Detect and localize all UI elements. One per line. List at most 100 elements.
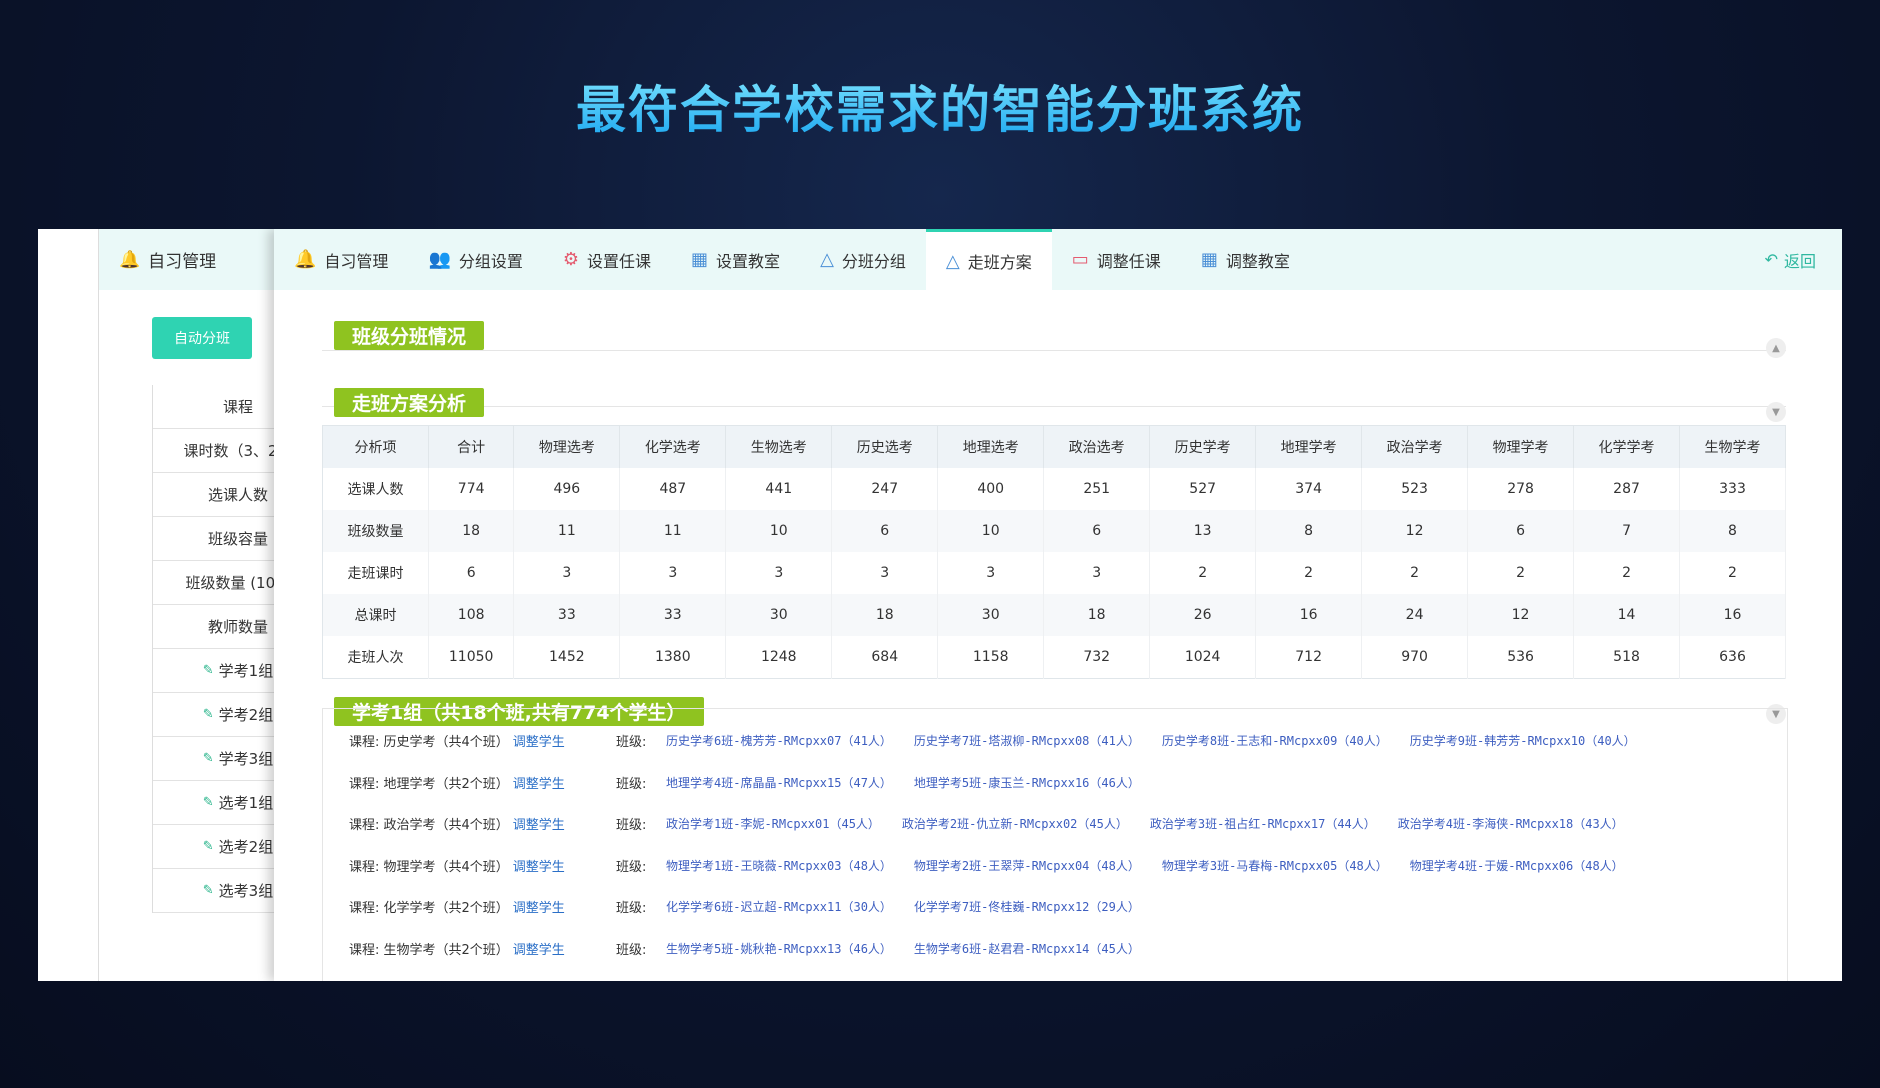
back-link[interactable]: ↶ 返回 — [1765, 229, 1816, 290]
class-link[interactable]: 物理学考3班-马春梅-RMcpxx05（48人） — [1162, 859, 1388, 873]
analysis-cell: 400 — [937, 468, 1045, 510]
expand-toggle-icon[interactable]: ▼ — [1766, 402, 1786, 422]
class-label: 班级: — [616, 859, 647, 875]
class-link[interactable]: 政治学考2班-仇立新-RMcpxx02（45人） — [902, 817, 1128, 831]
class-list: 政治学考1班-李妮-RMcpxx01（45人） 政治学考2班-仇立新-RMcpxx… — [666, 815, 1646, 832]
class-link[interactable]: 政治学考3班-祖占红-RMcpxx17（44人） — [1150, 817, 1376, 831]
class-label: 班级: — [616, 818, 647, 833]
pencil-icon: ✎ — [202, 839, 214, 854]
class-link[interactable]: 历史学考6班-槐芳芳-RMcpxx07（41人） — [666, 734, 892, 748]
analysis-cell: 3 — [937, 552, 1045, 594]
analysis-cell: 3 — [619, 552, 727, 594]
analysis-header-cell: 合计 — [428, 425, 515, 468]
analysis-cell: 18 — [1043, 594, 1151, 636]
course-label: 课程: 生物学考（共2个班） — [349, 942, 509, 958]
course-name: 课程: 历史学考（共4个班） 调整学生 — [349, 731, 565, 750]
analysis-cell: 636 — [1679, 636, 1786, 679]
adjust-students-link[interactable]: 调整学生 — [513, 818, 565, 833]
tab-0[interactable]: 🔔 自习管理 — [274, 229, 408, 290]
class-link[interactable]: 生物学考5班-姚秋艳-RMcpxx13（46人） — [666, 942, 892, 956]
users-icon: 👥 — [428, 249, 451, 270]
class-list: 历史学考6班-槐芳芳-RMcpxx07（41人） 历史学考7班-塔淑柳-RMcpx… — [666, 732, 1658, 749]
left-row-label: 选考2组 — [218, 838, 274, 856]
analysis-cell: 7 — [1573, 510, 1681, 552]
analysis-cell: 26 — [1149, 594, 1257, 636]
analysis-table: 分析项 合计 物理选考 化学选考 生物选考 历史选考 地理选考 政治选考 历史学考 地理学考 政治学… — [322, 425, 1786, 679]
course-name: 课程: 地理学考（共2个班） 调整学生 — [349, 773, 565, 792]
class-link[interactable]: 物理学考4班-于媛-RMcpxx06（48人） — [1410, 859, 1624, 873]
analysis-cell: 13 — [1149, 510, 1257, 552]
class-link[interactable]: 化学学考7班-佟桂巍-RMcpxx12（29人） — [914, 900, 1140, 914]
plan-analysis-title: 走班方案分析 — [334, 388, 485, 417]
analysis-cell: 1248 — [725, 636, 833, 679]
class-link[interactable]: 地理学考5班-康玉兰-RMcpxx16（46人） — [914, 776, 1140, 790]
analysis-cell: 108 — [428, 594, 515, 636]
pencil-icon: ✎ — [202, 663, 214, 678]
analysis-header-cell: 地理选考 — [937, 425, 1045, 468]
class-link[interactable]: 物理学考2班-王翠萍-RMcpxx04（48人） — [914, 859, 1140, 873]
class-list: 地理学考4班-席晶晶-RMcpxx15（47人） 地理学考5班-康玉兰-RMcpx… — [666, 774, 1162, 791]
analysis-cell: 278 — [1467, 468, 1575, 510]
auto-assign-button[interactable]: 自动分班 — [152, 317, 252, 359]
adjust-students-link[interactable]: 调整学生 — [513, 735, 565, 750]
tab-7[interactable]: ▦ 调整教室 — [1181, 229, 1310, 290]
tab-label: 调整任课 — [1096, 251, 1161, 271]
tab-3[interactable]: ▦ 设置教室 — [671, 229, 800, 290]
analysis-cell: 523 — [1361, 468, 1469, 510]
class-link[interactable]: 历史学考8班-王志和-RMcpxx09（40人） — [1162, 734, 1388, 748]
analysis-cell: 2 — [1255, 552, 1363, 594]
class-label: 班级: — [616, 942, 647, 958]
class-label: 班级: — [616, 901, 647, 916]
class-link[interactable]: 生物学考6班-赵君君-RMcpxx14（45人） — [914, 942, 1140, 956]
class-link[interactable]: 物理学考1班-王晓薇-RMcpxx03（48人） — [666, 859, 892, 873]
analysis-cell: 6 — [1043, 510, 1151, 552]
left-row-label: 课程 — [222, 398, 253, 416]
course-row: 课程: 化学学考（共2个班） 调整学生 班级: 化学学考6班-迟立超-RMcpxx11… — [323, 885, 1787, 926]
table-row: 总课时 108 33 33 30 18 30 18 26 16 24 12 14 16 — [322, 594, 1786, 636]
class-link[interactable]: 政治学考1班-李妮-RMcpxx01（45人） — [666, 817, 880, 831]
course-name: 课程: 政治学考（共4个班） 调整学生 — [349, 814, 565, 833]
analysis-cell: 选课人数 — [322, 468, 429, 510]
adjust-students-link[interactable]: 调整学生 — [513, 777, 565, 792]
analysis-cell: 1158 — [937, 636, 1045, 679]
tab-5[interactable]: △ 走班方案 — [925, 229, 1052, 290]
analysis-cell: 287 — [1573, 468, 1681, 510]
class-link[interactable]: 历史学考9班-韩芳芳-RMcpxx10（40人） — [1410, 734, 1636, 748]
analysis-cell: 总课时 — [322, 594, 429, 636]
adjust-students-link[interactable]: 调整学生 — [513, 860, 565, 875]
tab-2[interactable]: ⚙ 设置任课 — [543, 229, 671, 290]
analysis-cell: 527 — [1149, 468, 1257, 510]
tab-1[interactable]: 👥 分组设置 — [408, 229, 542, 290]
course-label: 课程: 地理学考（共2个班） — [349, 776, 509, 792]
class-link[interactable]: 化学学考6班-迟立超-RMcpxx11（30人） — [666, 900, 892, 914]
tab-4[interactable]: △ 分班分组 — [800, 229, 926, 290]
pencil-icon: ✎ — [202, 707, 214, 722]
analysis-cell: 30 — [937, 594, 1045, 636]
table-row: 班级数量 18 11 11 10 6 10 6 13 8 12 6 7 8 — [322, 510, 1786, 552]
analysis-cell: 11 — [513, 510, 621, 552]
analysis-cell: 8 — [1679, 510, 1786, 552]
adjust-students-link[interactable]: 调整学生 — [513, 943, 565, 958]
tab-6[interactable]: ▭ 调整任课 — [1052, 229, 1181, 290]
collapse-toggle-icon[interactable]: ▲ — [1766, 338, 1786, 358]
class-link[interactable]: 历史学考7班-塔淑柳-RMcpxx08（41人） — [914, 734, 1140, 748]
card-icon: ▭ — [1071, 249, 1089, 270]
analysis-cell: 712 — [1255, 636, 1363, 679]
course-label: 课程: 化学学考（共2个班） — [349, 901, 509, 916]
course-label: 课程: 历史学考（共4个班） — [349, 735, 509, 750]
adjust-students-link[interactable]: 调整学生 — [513, 901, 565, 916]
analysis-cell: 18 — [428, 510, 515, 552]
analysis-cell: 33 — [513, 594, 621, 636]
analysis-header-cell: 物理选考 — [513, 425, 621, 468]
analysis-cell: 16 — [1679, 594, 1786, 636]
class-link[interactable]: 政治学考4班-李海侠-RMcpxx18（43人） — [1398, 817, 1624, 831]
analysis-header-cell: 政治学考 — [1361, 425, 1469, 468]
class-link[interactable]: 地理学考4班-席晶晶-RMcpxx15（47人） — [666, 776, 892, 790]
analysis-cell: 2 — [1679, 552, 1786, 594]
analysis-cell: 3 — [831, 552, 939, 594]
course-row: 课程: 地理学考（共2个班） 调整学生 班级: 地理学考4班-席晶晶-RMcpxx15… — [323, 761, 1787, 802]
pencil-icon: ✎ — [202, 883, 214, 898]
analysis-cell: 6 — [831, 510, 939, 552]
course-row: 课程: 生物学考（共2个班） 调整学生 班级: 生物学考5班-姚秋艳-RMcpxx13… — [323, 927, 1787, 968]
group1-course-list: 课程: 历史学考（共4个班） 调整学生 班级: 历史学考6班-槐芳芳-RMcpxx07… — [322, 708, 1788, 981]
